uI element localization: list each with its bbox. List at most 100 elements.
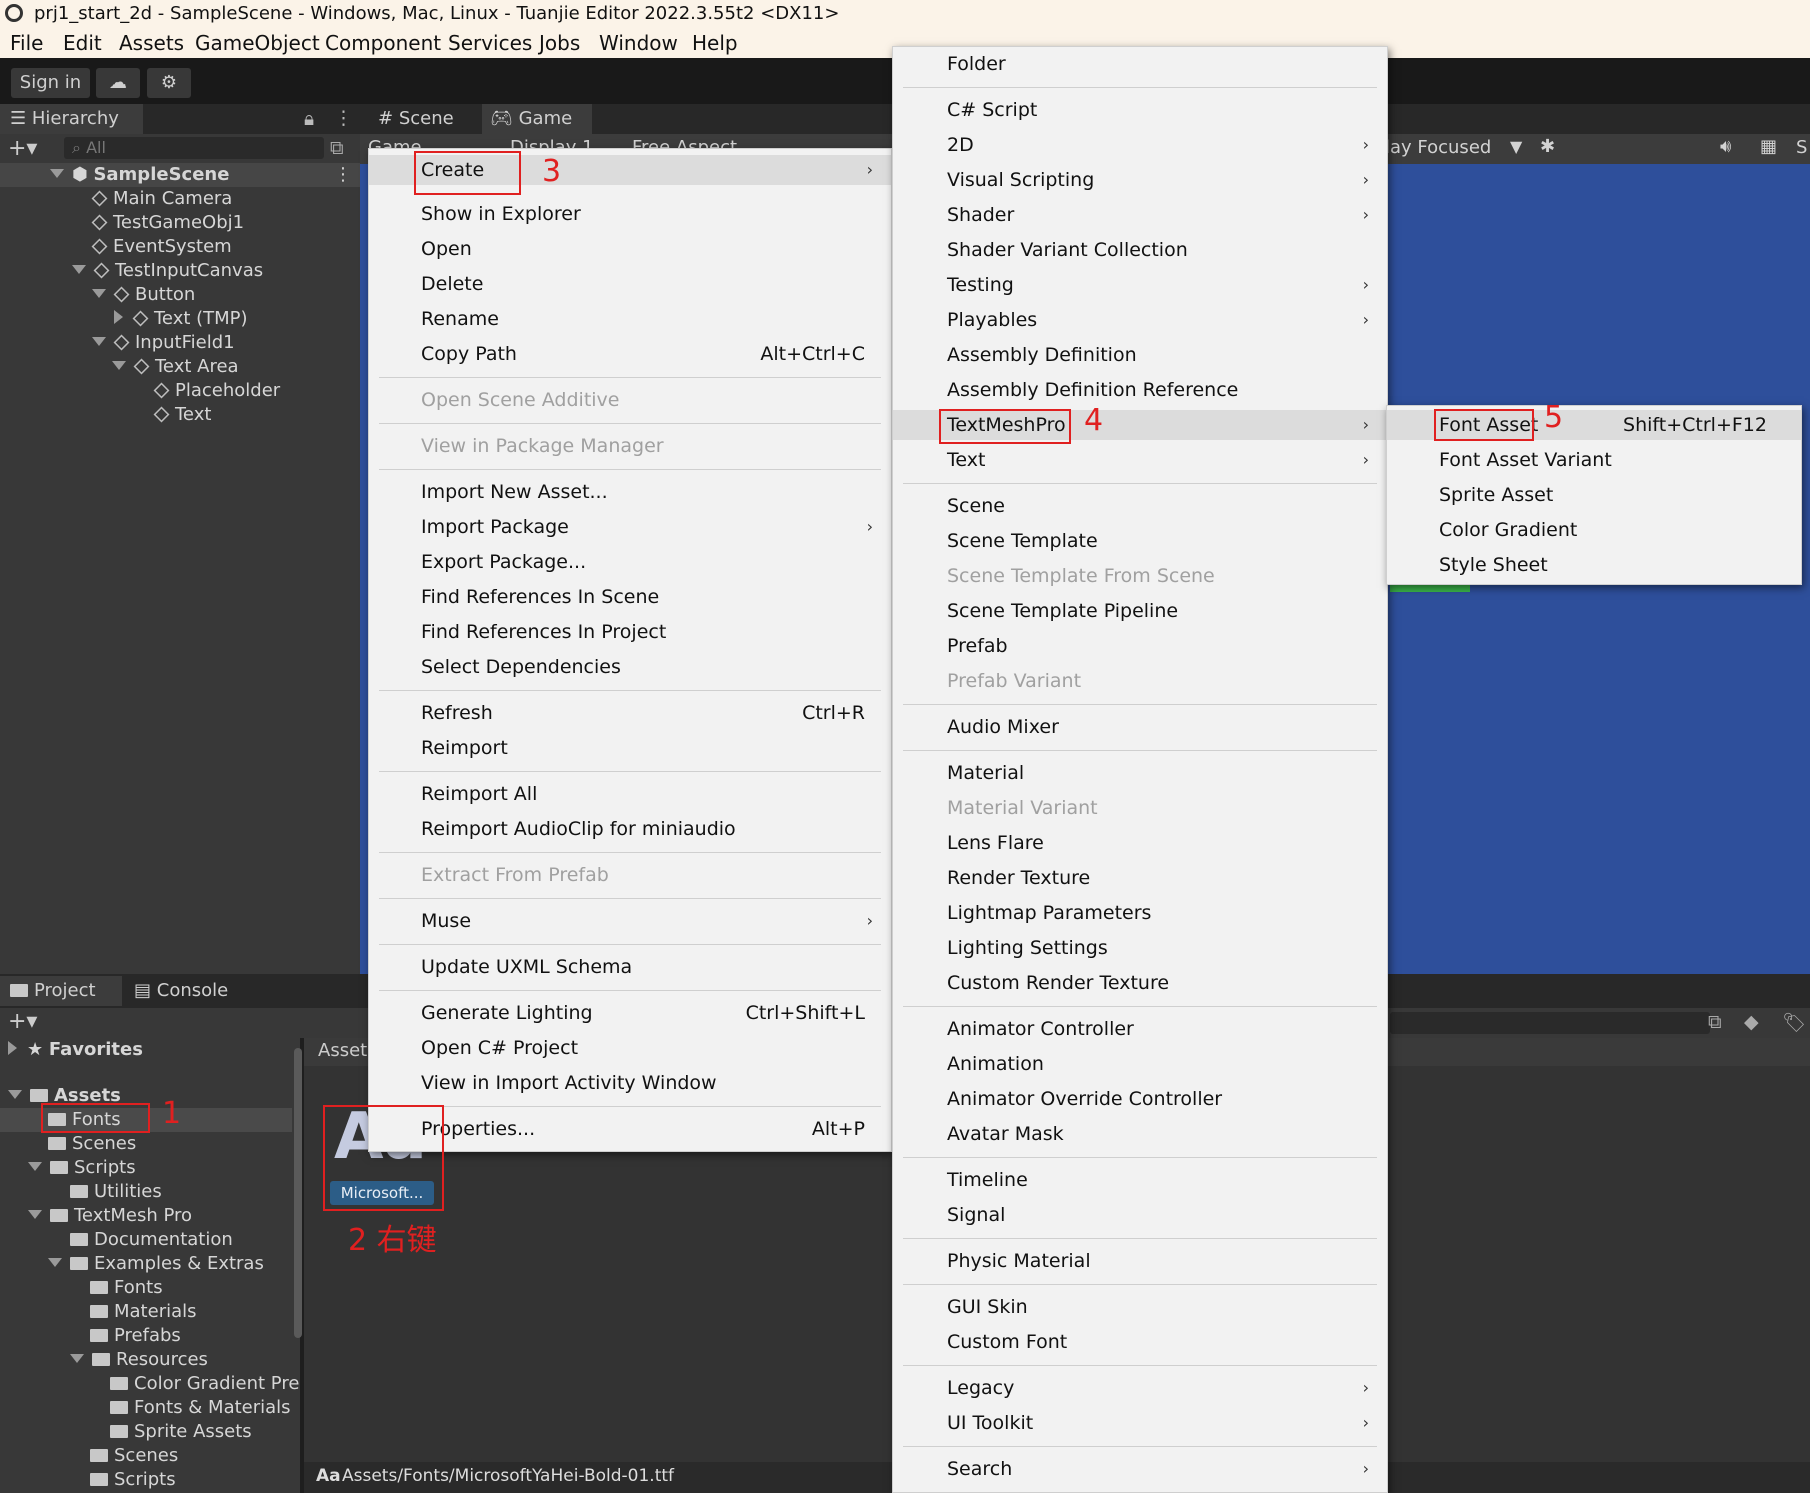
hierarchy-item[interactable]: TestInputCanvas	[72, 259, 263, 283]
tree-item[interactable]: Materials	[90, 1300, 197, 1324]
create-item-lens-flare[interactable]: Lens Flare	[893, 828, 1387, 858]
add-icon[interactable]: +▾	[8, 1009, 37, 1034]
menu-item-open[interactable]: Open	[369, 234, 891, 264]
tab-project[interactable]: Project	[0, 976, 122, 1006]
menu-item-view-in-import-activity[interactable]: View in Import Activity Window	[369, 1068, 891, 1098]
menu-assets[interactable]: Assets	[119, 31, 184, 55]
audio-icon[interactable]: 🔊︎	[1720, 136, 1731, 157]
search-options-icon[interactable]: ⧉	[1708, 1011, 1722, 1033]
tree-item[interactable]: Scripts	[28, 1156, 136, 1180]
menu-item-export-package[interactable]: Export Package...	[369, 547, 891, 577]
tree-item[interactable]: Prefabs	[90, 1324, 181, 1348]
tmp-item-sprite-asset[interactable]: Sprite Asset	[1387, 480, 1801, 510]
menu-window[interactable]: Window	[599, 31, 678, 55]
kebab-menu-icon[interactable]: ⋮	[334, 107, 353, 129]
hierarchy-item[interactable]: InputField1	[92, 331, 235, 355]
create-item-scene-template-pipeline[interactable]: Scene Template Pipeline	[893, 596, 1387, 626]
menu-item-find-references-in-scene[interactable]: Find References In Scene	[369, 582, 891, 612]
cloud-button[interactable]: ☁	[96, 68, 140, 98]
create-item-testing[interactable]: Testing ›	[893, 270, 1387, 300]
create-item-folder[interactable]: Folder	[893, 49, 1387, 79]
tmp-item-font-asset-variant[interactable]: Font Asset Variant	[1387, 445, 1801, 475]
menu-item-rename[interactable]: Rename	[369, 304, 891, 334]
menu-component[interactable]: Component	[325, 31, 441, 55]
tree-item[interactable]: Scenes	[48, 1132, 136, 1156]
create-item-custom-render-texture[interactable]: Custom Render Texture	[893, 968, 1387, 998]
create-item-animation[interactable]: Animation	[893, 1049, 1387, 1079]
menu-gameobject[interactable]: GameObject	[195, 31, 320, 55]
stats-icon[interactable]: ▦	[1760, 136, 1777, 157]
create-item-gui-skin[interactable]: GUI Skin	[893, 1292, 1387, 1322]
create-item-timeline[interactable]: Timeline	[893, 1165, 1387, 1195]
tmp-item-style-sheet[interactable]: Style Sheet	[1387, 550, 1801, 580]
bug-icon[interactable]: ✱	[1540, 136, 1555, 157]
menu-jobs[interactable]: Jobs	[539, 31, 580, 55]
menu-item-import-new-asset[interactable]: Import New Asset...	[369, 477, 891, 507]
hierarchy-item[interactable]: Button	[92, 283, 195, 307]
create-item-text[interactable]: Text ›	[893, 445, 1387, 475]
create-item-playables[interactable]: Playables ›	[893, 305, 1387, 335]
create-item-lighting-settings[interactable]: Lighting Settings	[893, 933, 1387, 963]
menu-item-import-package[interactable]: Import Package ›	[369, 512, 891, 542]
create-item-ui-toolkit[interactable]: UI Toolkit ›	[893, 1408, 1387, 1438]
menu-file[interactable]: File	[10, 31, 43, 55]
kebab-menu-icon[interactable]: ⋮	[334, 163, 352, 187]
services-button[interactable]: ⚙	[147, 68, 191, 98]
search-options-icon[interactable]: ⧉	[330, 137, 344, 159]
create-item-shader-variant-collection[interactable]: Shader Variant Collection	[893, 235, 1387, 265]
hierarchy-item[interactable]: Text	[153, 403, 211, 427]
tree-item[interactable]: TextMesh Pro	[28, 1204, 192, 1228]
create-item-search[interactable]: Search ›	[893, 1454, 1387, 1484]
tree-item[interactable]: Examples & Extras	[48, 1252, 264, 1276]
tree-item[interactable]: Scripts	[90, 1468, 176, 1492]
create-item-visual-scripting[interactable]: Visual Scripting ›	[893, 165, 1387, 195]
lock-icon[interactable]: 🔒︎	[304, 108, 314, 130]
hierarchy-item-samplescene[interactable]: ⬢ SampleScene ⋮	[0, 163, 360, 187]
tab-game[interactable]: 🎮︎ Game	[482, 104, 592, 134]
label-icon[interactable]: 🏷︎	[1782, 1011, 1806, 1034]
menu-item-show-in-explorer[interactable]: Show in Explorer	[369, 199, 891, 229]
tree-item[interactable]: Fonts	[90, 1276, 163, 1300]
create-item-physic-material[interactable]: Physic Material	[893, 1246, 1387, 1276]
create-item-csharp-script[interactable]: C# Script	[893, 95, 1387, 125]
hierarchy-search-input[interactable]: ⌕ All	[64, 137, 324, 159]
hierarchy-item[interactable]: Main Camera	[91, 187, 232, 211]
filter-type-icon[interactable]: ◆	[1744, 1011, 1759, 1033]
create-item-avatar-mask[interactable]: Avatar Mask	[893, 1119, 1387, 1149]
play-focused-dropdown[interactable]: lay Focused	[1385, 137, 1491, 158]
menu-item-refresh[interactable]: Refresh Ctrl+R	[369, 698, 891, 728]
menu-item-reimport-audioclip[interactable]: Reimport AudioClip for miniaudio	[369, 814, 891, 844]
menu-item-properties[interactable]: Properties... Alt+P	[369, 1114, 891, 1144]
create-item-audio-mixer[interactable]: Audio Mixer	[893, 712, 1387, 742]
tab-console[interactable]: ▤ Console	[134, 976, 256, 1006]
tree-item[interactable]: Sprite Assets	[110, 1420, 252, 1444]
menu-services[interactable]: Services	[448, 31, 532, 55]
gizmos-label[interactable]: S	[1796, 137, 1807, 158]
create-item-material[interactable]: Material	[893, 758, 1387, 788]
sign-in-button[interactable]: Sign in	[11, 68, 90, 98]
hierarchy-item[interactable]: EventSystem	[91, 235, 232, 259]
add-icon[interactable]: +▾	[8, 136, 37, 161]
create-item-assembly-definition[interactable]: Assembly Definition	[893, 340, 1387, 370]
create-item-legacy[interactable]: Legacy ›	[893, 1373, 1387, 1403]
tree-scrollbar[interactable]	[294, 1048, 302, 1338]
hierarchy-item[interactable]: Text (TMP)	[114, 307, 248, 331]
tab-hierarchy[interactable]: ☰ Hierarchy	[0, 104, 143, 134]
create-item-2d[interactable]: 2D ›	[893, 130, 1387, 160]
create-item-assembly-definition-reference[interactable]: Assembly Definition Reference	[893, 375, 1387, 405]
create-item-animator-controller[interactable]: Animator Controller	[893, 1014, 1387, 1044]
tab-scene[interactable]: # Scene	[370, 104, 480, 134]
create-item-lightmap-parameters[interactable]: Lightmap Parameters	[893, 898, 1387, 928]
create-item-prefab[interactable]: Prefab	[893, 631, 1387, 661]
tree-item[interactable]: Utilities	[70, 1180, 162, 1204]
hierarchy-item[interactable]: Placeholder	[153, 379, 280, 403]
create-item-render-texture[interactable]: Render Texture	[893, 863, 1387, 893]
tree-item[interactable]: Documentation	[70, 1228, 233, 1252]
menu-item-muse[interactable]: Muse ›	[369, 906, 891, 936]
tree-item[interactable]: Fonts & Materials	[110, 1396, 291, 1420]
create-item-shader[interactable]: Shader ›	[893, 200, 1387, 230]
menu-item-select-dependencies[interactable]: Select Dependencies	[369, 652, 891, 682]
create-item-scene-template[interactable]: Scene Template	[893, 526, 1387, 556]
hierarchy-item[interactable]: TestGameObj1	[91, 211, 244, 235]
create-item-signal[interactable]: Signal	[893, 1200, 1387, 1230]
